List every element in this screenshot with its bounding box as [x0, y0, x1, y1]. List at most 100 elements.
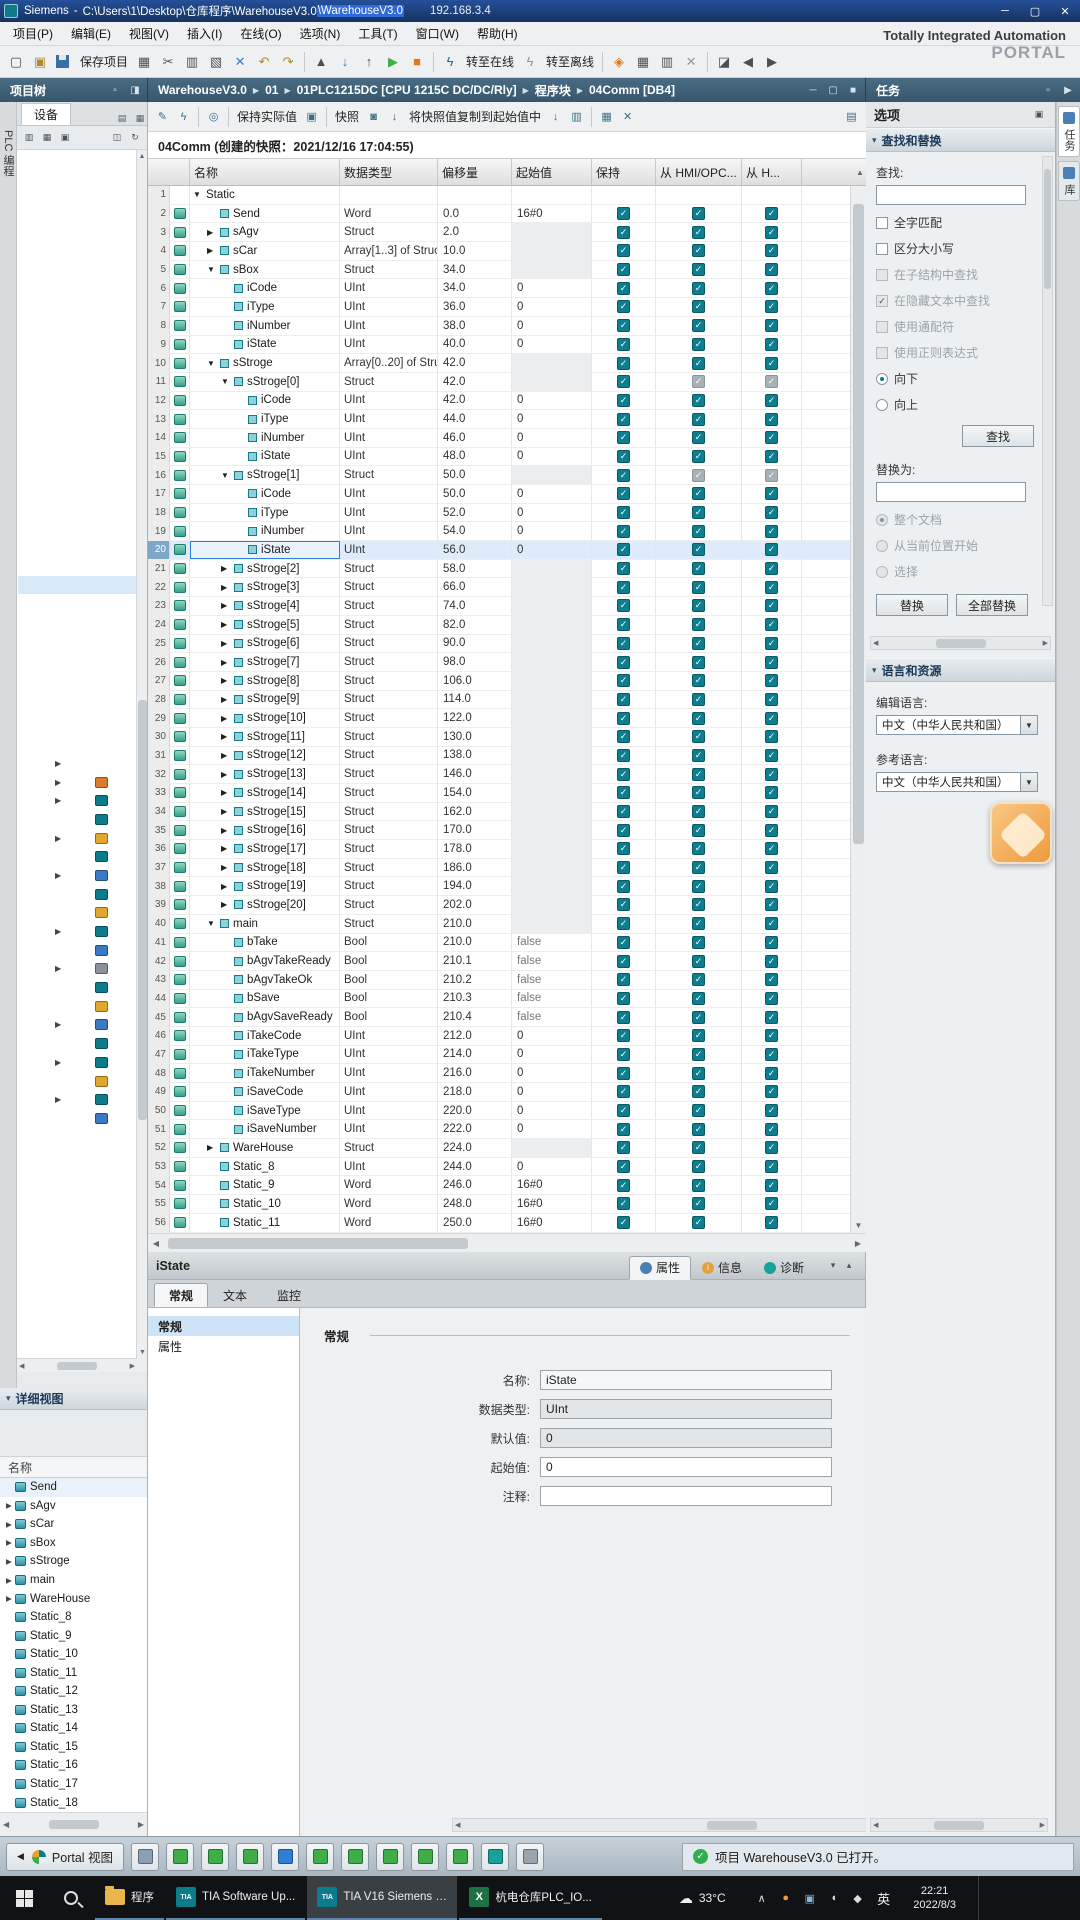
table-row[interactable]: 20iStateUInt56.00✓✓✓ — [148, 541, 866, 560]
taskbar-search-button[interactable] — [48, 1876, 94, 1920]
name-cell[interactable]: Static_10 — [190, 1195, 340, 1213]
checkbox-cell[interactable]: ✓ — [656, 429, 742, 447]
checkbox-cell[interactable]: ✓ — [742, 1120, 802, 1138]
retain-checkbox[interactable]: ✓ — [617, 319, 630, 332]
radio-向下[interactable] — [876, 373, 888, 385]
name-cell[interactable]: ▶sStroge[16] — [190, 821, 340, 839]
expand-arrow-icon[interactable]: ▼ — [207, 359, 220, 368]
checkbox-cell[interactable]: ✓ — [742, 877, 802, 895]
start-value-cell[interactable] — [512, 261, 592, 279]
tree-item[interactable] — [17, 997, 137, 1016]
name-cell[interactable]: iNumber — [190, 429, 340, 447]
checkbox-cell[interactable]: ✓ — [592, 448, 656, 466]
collapse-panel-icon[interactable]: ◨ — [127, 82, 143, 98]
subtab-常规[interactable]: 常规 — [154, 1283, 208, 1307]
hmi-writable-checkbox[interactable]: ✓ — [765, 282, 778, 295]
table-row[interactable]: 24▶sStroge[5]Struct82.0✓✓✓ — [148, 616, 866, 635]
type-cell[interactable]: UInt — [340, 1046, 438, 1064]
table-row[interactable]: 4▶sCarArray[1..3] of Struct10.0✓✓✓ — [148, 242, 866, 261]
start-value-cell[interactable] — [512, 186, 592, 204]
properties-nav-常规[interactable]: 常规 — [148, 1316, 299, 1336]
retain-checkbox[interactable]: ✓ — [617, 842, 630, 855]
checkbox-cell[interactable]: ✓ — [656, 373, 742, 391]
tree-filter-icon[interactable]: ▥ — [21, 130, 37, 146]
add-row-icon[interactable]: ϟ — [174, 107, 193, 126]
expand-arrow-icon[interactable]: ▶ — [221, 658, 234, 667]
checkbox-cell[interactable]: ✓ — [656, 765, 742, 783]
name-cell[interactable]: ▶sStroge[3] — [190, 578, 340, 596]
checkbox-cell[interactable]: ✓ — [592, 1195, 656, 1213]
start-value-cell[interactable] — [512, 896, 592, 914]
table-row[interactable]: 13iTypeUInt44.00✓✓✓ — [148, 410, 866, 429]
checkbox-cell[interactable]: ✓ — [742, 653, 802, 671]
table-row[interactable]: 25▶sStroge[6]Struct90.0✓✓✓ — [148, 635, 866, 654]
checkbox-cell[interactable]: ✓ — [742, 1064, 802, 1082]
checkbox-cell[interactable]: ✓ — [742, 1176, 802, 1194]
start-value-cell[interactable]: 0 — [512, 1046, 592, 1064]
table-row[interactable]: 26▶sStroge[7]Struct98.0✓✓✓ — [148, 653, 866, 672]
start-value-cell[interactable] — [512, 691, 592, 709]
hmi-accessible-checkbox[interactable]: ✓ — [692, 805, 705, 818]
type-cell[interactable]: Struct — [340, 223, 438, 241]
table-row[interactable]: 36▶sStroge[17]Struct178.0✓✓✓ — [148, 840, 866, 859]
expand-arrow-icon[interactable]: ▶ — [221, 695, 234, 704]
checkbox-cell[interactable]: ✓ — [656, 354, 742, 372]
checkbox-cell[interactable]: ✓ — [742, 298, 802, 316]
tree-grid-icon[interactable]: ▦ — [133, 111, 147, 125]
type-cell[interactable]: UInt — [340, 448, 438, 466]
type-cell[interactable]: Struct — [340, 616, 438, 634]
expand-arrow-icon[interactable]: ▶ — [221, 807, 234, 816]
find-input[interactable] — [876, 185, 1026, 205]
type-cell[interactable]: Struct — [340, 1139, 438, 1157]
table-row[interactable]: 22▶sStroge[3]Struct66.0✓✓✓ — [148, 578, 866, 597]
checkbox-cell[interactable]: ✓ — [592, 1158, 656, 1176]
expand-arrow-icon[interactable]: ▶ — [55, 759, 65, 768]
open-editor-button[interactable] — [306, 1843, 334, 1871]
start-value-cell[interactable]: 0 — [512, 448, 592, 466]
cross-reference-icon[interactable]: ▦ — [632, 51, 654, 73]
type-cell[interactable]: Struct — [340, 728, 438, 746]
checkbox-cell[interactable]: ✓ — [656, 1064, 742, 1082]
checkbox-cell[interactable]: ✓ — [592, 653, 656, 671]
type-cell[interactable]: UInt — [340, 541, 438, 559]
retain-checkbox[interactable]: ✓ — [617, 955, 630, 968]
list-item[interactable]: ▶sCar — [0, 1515, 147, 1534]
checkbox-cell[interactable]: ✓ — [742, 336, 802, 354]
remove-split-icon[interactable]: ✕ — [680, 51, 702, 73]
start-value-cell[interactable] — [512, 635, 592, 653]
checkbox-cell[interactable]: ✓ — [656, 728, 742, 746]
start-value-cell[interactable] — [512, 840, 592, 858]
type-cell[interactable]: UInt — [340, 485, 438, 503]
tree-item[interactable]: ▶ — [17, 829, 137, 848]
hmi-accessible-checkbox[interactable]: ✓ — [692, 861, 705, 874]
type-cell[interactable]: Array[0..20] of Struct — [340, 354, 438, 372]
list-item[interactable]: Static_10 — [0, 1645, 147, 1664]
name-cell[interactable]: ▶sStroge[4] — [190, 597, 340, 615]
chevron-down-icon[interactable]: ▼ — [1020, 773, 1037, 791]
header-name[interactable]: 名称 — [190, 159, 340, 185]
retain-checkbox[interactable]: ✓ — [617, 730, 630, 743]
checkbox-cell[interactable]: ✓ — [592, 429, 656, 447]
start-value-cell[interactable]: 0 — [512, 317, 592, 335]
type-cell[interactable]: Struct — [340, 840, 438, 858]
hmi-writable-checkbox[interactable]: ✓ — [765, 1029, 778, 1042]
checkbox-cell[interactable]: ✓ — [742, 915, 802, 933]
find-replace-section-header[interactable]: ▾ 查找和替换 — [866, 128, 1055, 152]
retain-checkbox[interactable]: ✓ — [617, 1011, 630, 1024]
expand-arrow-icon[interactable]: ▶ — [55, 871, 65, 880]
detail-view-header[interactable]: ▾ 详细视图 — [0, 1388, 147, 1410]
tree-view-icon[interactable]: ▤ — [115, 111, 129, 125]
remote-control-floating-badge[interactable] — [990, 802, 1052, 864]
table-row[interactable]: 27▶sStroge[8]Struct106.0✓✓✓ — [148, 672, 866, 691]
checkbox-cell[interactable]: ✓ — [742, 317, 802, 335]
taskbar-clock[interactable]: 22:21 2022/8/3 — [898, 1876, 972, 1920]
snapshot-button[interactable]: 快照 — [331, 108, 363, 125]
list-item[interactable]: Static_13 — [0, 1701, 147, 1720]
retain-checkbox[interactable]: ✓ — [617, 1123, 630, 1136]
checkbox-cell[interactable]: ✓ — [592, 971, 656, 989]
checkbox-cell[interactable]: ✓ — [656, 298, 742, 316]
start-value-cell[interactable]: false — [512, 990, 592, 1008]
expand-arrow-icon[interactable]: ▼ — [221, 471, 234, 480]
keep-actual-values-icon[interactable]: ▣ — [302, 107, 321, 126]
hmi-accessible-checkbox[interactable]: ✓ — [692, 693, 705, 706]
